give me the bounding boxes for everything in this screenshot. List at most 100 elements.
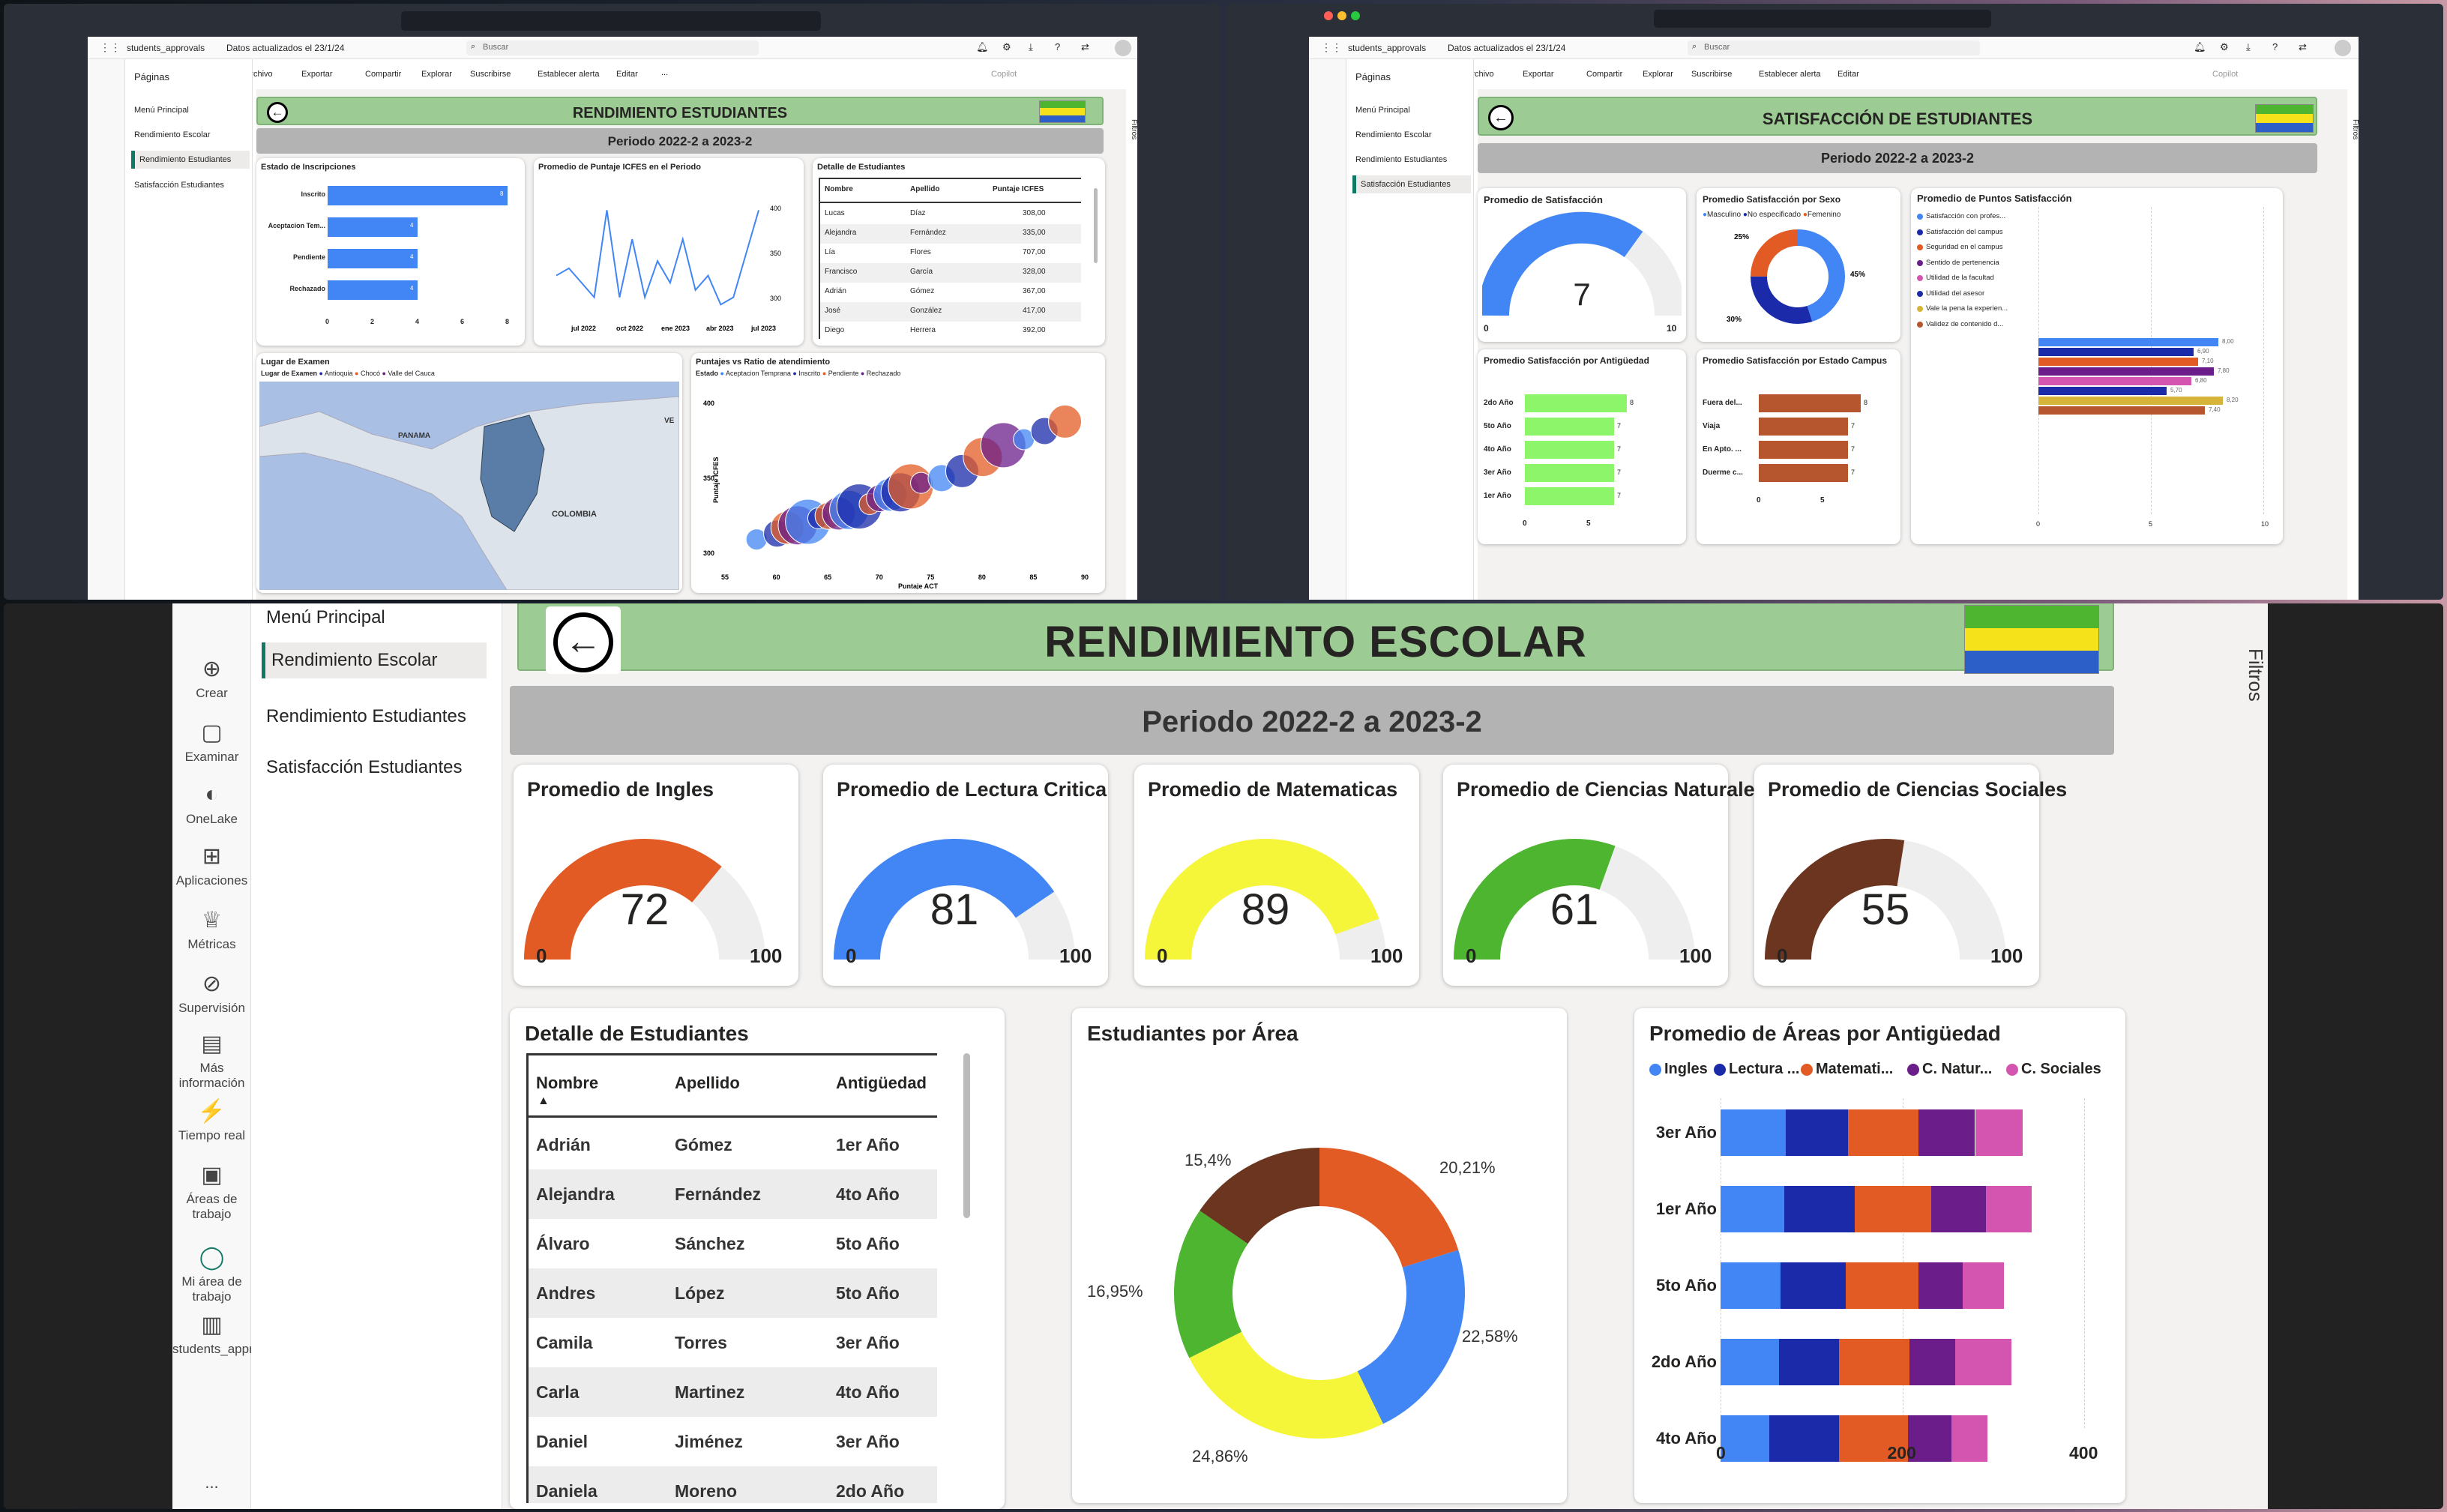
table-row[interactable]: Andres López 5to Año bbox=[529, 1268, 937, 1318]
download-icon[interactable]: ⤓ bbox=[2246, 41, 2251, 53]
table-row[interactable]: Francisco García 328,00 bbox=[820, 263, 1081, 283]
toolbar-editar[interactable]: Editar bbox=[1837, 70, 1859, 79]
bar[interactable] bbox=[1525, 418, 1614, 436]
stacked-bar-segment[interactable] bbox=[1786, 1109, 1848, 1156]
nav-rendimiento-estudiantes[interactable]: Rendimiento Estudiantes bbox=[266, 706, 466, 727]
donut-slice[interactable] bbox=[1356, 1250, 1465, 1424]
stacked-bar-segment[interactable] bbox=[1778, 1339, 1839, 1385]
gauge-card[interactable]: Promedio de Lectura Critica 81 0 100 bbox=[823, 765, 1108, 986]
inscripciones-card[interactable]: Estado de Inscripciones Inscrito 8 Aceptac… bbox=[256, 158, 525, 346]
detalle-table[interactable]: Nombre Apellido Puntaje ICFES Lucas Díaz 308,… bbox=[819, 178, 1081, 339]
bar[interactable] bbox=[2038, 367, 2214, 376]
stacked-bar-segment[interactable] bbox=[1769, 1415, 1839, 1462]
table-scrollbar[interactable] bbox=[1094, 188, 1098, 263]
table-row[interactable]: Carla Martinez 4to Año bbox=[529, 1367, 937, 1417]
apps-grid-icon[interactable]: ⋮⋮ bbox=[100, 41, 121, 54]
satisfaccion-gauge-card[interactable]: Promedio de Satisfacción 7 0 10 bbox=[1478, 188, 1686, 342]
toolbar-explorar[interactable]: Explorar bbox=[421, 70, 452, 79]
more-options-icon[interactable]: ... bbox=[661, 68, 668, 77]
table-row[interactable]: Daniela Moreno 2do Año bbox=[529, 1466, 937, 1503]
apps-grid-icon[interactable]: ⋮⋮ bbox=[1321, 41, 1342, 54]
share-icon[interactable]: ⇄ bbox=[1081, 41, 1089, 53]
bar[interactable] bbox=[2038, 387, 2167, 395]
column-header[interactable]: Nombre bbox=[825, 185, 853, 193]
stacked-bar-segment[interactable] bbox=[1847, 1109, 1919, 1156]
avatar[interactable] bbox=[1115, 40, 1131, 56]
toolbar-editar[interactable]: Editar bbox=[616, 70, 638, 79]
nav-menu-principal[interactable]: Menú Principal bbox=[134, 106, 189, 115]
share-icon[interactable]: ⇄ bbox=[2299, 41, 2307, 53]
toolbar-alerta[interactable]: Establecer alerta bbox=[1759, 70, 1821, 79]
close-window-icon[interactable] bbox=[1324, 11, 1333, 20]
area-donut-card[interactable]: Estudiantes por Área 20,21% 22,58% 24,86% 1… bbox=[1072, 1008, 1567, 1503]
mapa-card[interactable]: Lugar de Examen Lugar de Examen ● Antioq… bbox=[256, 353, 682, 593]
filters-label[interactable]: Filtros bbox=[2351, 119, 2359, 139]
column-header[interactable]: Apellido bbox=[910, 185, 939, 193]
detalle-card[interactable]: Detalle de Estudiantes Nombre Apellido Ant… bbox=[510, 1008, 1005, 1509]
more-icon[interactable]: ... bbox=[172, 1473, 251, 1493]
table-row[interactable]: Diego Herrera 392,00 bbox=[820, 322, 1081, 339]
bar[interactable] bbox=[1525, 441, 1614, 459]
gauge-card[interactable]: Promedio de Ciencias Sociales 55 0 100 bbox=[1754, 765, 2067, 986]
table-row[interactable]: Alejandra Fernández 335,00 bbox=[820, 224, 1081, 244]
notifications-icon[interactable]: 🔔︎ bbox=[2194, 41, 2206, 53]
detalle-table[interactable]: Nombre Apellido Antigüedad ▲ Adrián Gómez 1er … bbox=[526, 1053, 937, 1503]
scatter-card[interactable]: Puntajes vs Ratio de atendimiento Estado… bbox=[691, 353, 1105, 593]
bar[interactable] bbox=[2038, 397, 2223, 405]
table-row[interactable]: Álvaro Sánchez 5to Año bbox=[529, 1219, 937, 1268]
toolbar-exportar[interactable]: Exportar bbox=[1523, 70, 1554, 79]
bar[interactable] bbox=[2038, 406, 2205, 415]
bar[interactable] bbox=[328, 249, 418, 268]
bar[interactable] bbox=[2038, 358, 2198, 366]
maximize-window-icon[interactable] bbox=[1351, 11, 1360, 20]
table-scrollbar[interactable] bbox=[963, 1053, 970, 1218]
toolbar-suscribirse[interactable]: Suscribirse bbox=[470, 70, 511, 79]
table-row[interactable]: Alejandra Fernández 4to Año bbox=[529, 1169, 937, 1219]
stacked-bar-segment[interactable] bbox=[1954, 1339, 2011, 1385]
copilot-button[interactable]: Copilot bbox=[991, 70, 1017, 79]
stacked-bar-segment[interactable] bbox=[1962, 1262, 2005, 1309]
puntos-card[interactable]: Promedio de Puntos Satisfacción Satisfac… bbox=[1911, 188, 2283, 544]
sexo-donut-card[interactable]: Promedio Satisfacción por Sexo ●Masculin… bbox=[1697, 188, 1900, 342]
copilot-button[interactable]: Copilot bbox=[2212, 70, 2238, 79]
stacked-bar-segment[interactable] bbox=[1931, 1186, 1987, 1232]
gauge-card[interactable]: Promedio de Matematicas 89 0 100 bbox=[1134, 765, 1419, 986]
table-row[interactable]: Lía Flores 707,00 bbox=[820, 244, 1081, 263]
updated-label[interactable]: Datos actualizados el 23/1/24 bbox=[1448, 43, 1565, 53]
settings-icon[interactable]: ⚙ bbox=[2220, 41, 2229, 53]
stacked-bar-segment[interactable] bbox=[1838, 1339, 1910, 1385]
table-row[interactable]: Adrián Gómez 1er Año bbox=[529, 1120, 937, 1169]
nav-rendimiento-escolar[interactable]: Rendimiento Escolar bbox=[262, 642, 487, 678]
bar[interactable] bbox=[1525, 487, 1614, 505]
bar[interactable] bbox=[328, 217, 418, 237]
updated-label[interactable]: Datos actualizados el 23/1/24 bbox=[226, 43, 344, 53]
workspace-name[interactable]: students_approvals bbox=[1348, 43, 1426, 53]
download-icon[interactable]: ⤓ bbox=[1029, 41, 1033, 53]
toolbar-compartir[interactable]: Compartir bbox=[365, 70, 401, 79]
bar[interactable] bbox=[328, 280, 418, 300]
antiguedad-card[interactable]: Promedio Satisfacción por Antigüedad 2do… bbox=[1478, 349, 1686, 544]
column-header[interactable]: Antigüedad bbox=[836, 1073, 927, 1093]
notifications-icon[interactable]: 🔔︎ bbox=[976, 41, 989, 53]
bar[interactable] bbox=[2038, 348, 2194, 356]
table-row[interactable]: Camila Torres 3er Año bbox=[529, 1318, 937, 1367]
column-header[interactable]: Nombre bbox=[536, 1073, 598, 1093]
help-icon[interactable]: ? bbox=[2272, 41, 2278, 52]
table-row[interactable]: Daniel Jiménez 3er Año bbox=[529, 1417, 937, 1466]
nav-satisfaccion-estudiantes[interactable]: Satisfacción Estudiantes bbox=[134, 181, 224, 190]
workspace-name[interactable]: students_approvals bbox=[127, 43, 205, 53]
toolbar-compartir[interactable]: Compartir bbox=[1586, 70, 1622, 79]
stacked-bar-segment[interactable] bbox=[1721, 1339, 1779, 1385]
stacked-bar-segment[interactable] bbox=[1721, 1186, 1784, 1232]
nav-rendimiento-escolar[interactable]: Rendimiento Escolar bbox=[1355, 130, 1432, 139]
donut-slice[interactable] bbox=[1189, 1331, 1383, 1439]
stacked-bar-segment[interactable] bbox=[1781, 1262, 1846, 1309]
table-row[interactable]: Adrián Gómez 367,00 bbox=[820, 283, 1081, 302]
gauge-card[interactable]: Promedio de Ciencias Naturales 61 0 100 bbox=[1443, 765, 1766, 986]
column-header[interactable]: Puntaje ICFES bbox=[993, 185, 1044, 193]
bar[interactable] bbox=[1525, 394, 1627, 412]
address-bar[interactable] bbox=[1654, 10, 1991, 28]
nav-rendimiento-estudiantes[interactable]: Rendimiento Estudiantes bbox=[131, 151, 250, 169]
gauge-card[interactable]: Promedio de Ingles 72 0 100 bbox=[514, 765, 798, 986]
address-bar[interactable] bbox=[401, 11, 821, 31]
